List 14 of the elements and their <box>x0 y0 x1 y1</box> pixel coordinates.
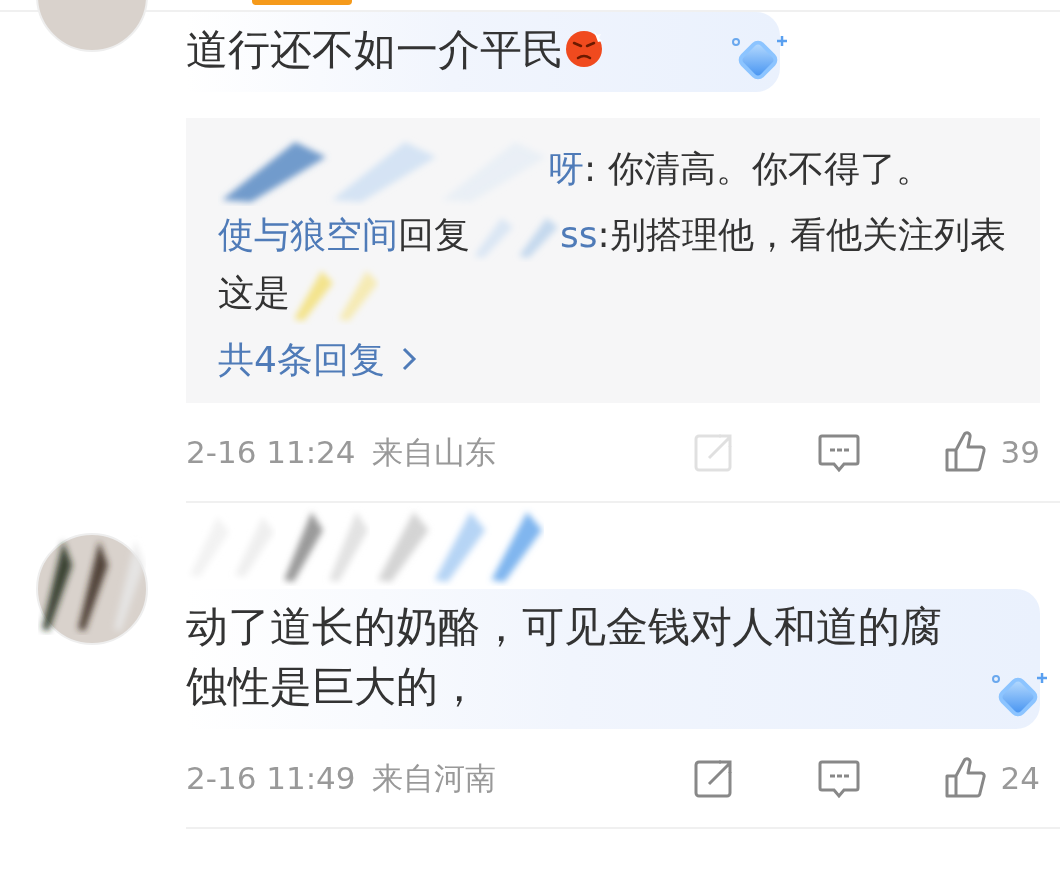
comment-text: 道行还不如一介平民 <box>186 25 564 74</box>
user-link[interactable]: 使与狼空间 <box>218 214 398 255</box>
more-replies-link[interactable]: 共4条回复 <box>218 331 419 389</box>
comment-location: 来自河南 <box>371 758 496 798</box>
comment-location: 来自山东 <box>371 432 496 472</box>
like-count: 24 <box>1000 758 1040 798</box>
reply-text: 呀: 你清高。你不得了。 <box>218 136 1010 206</box>
user-link[interactable]: 呀 <box>548 148 584 189</box>
comment-time: 2-16 11:49 <box>186 758 356 798</box>
comment-text: 动了道长的奶酪，可见金钱对人和道的腐蚀性是巨大的， <box>186 602 942 711</box>
like-count: 39 <box>1000 432 1040 472</box>
mention-link[interactable]: ss <box>560 214 598 255</box>
reply-text: 使与狼空间回复 ss:别搭理他，看他关注列表这是 <box>218 206 1010 325</box>
comment-time: 2-16 11:24 <box>186 432 356 472</box>
